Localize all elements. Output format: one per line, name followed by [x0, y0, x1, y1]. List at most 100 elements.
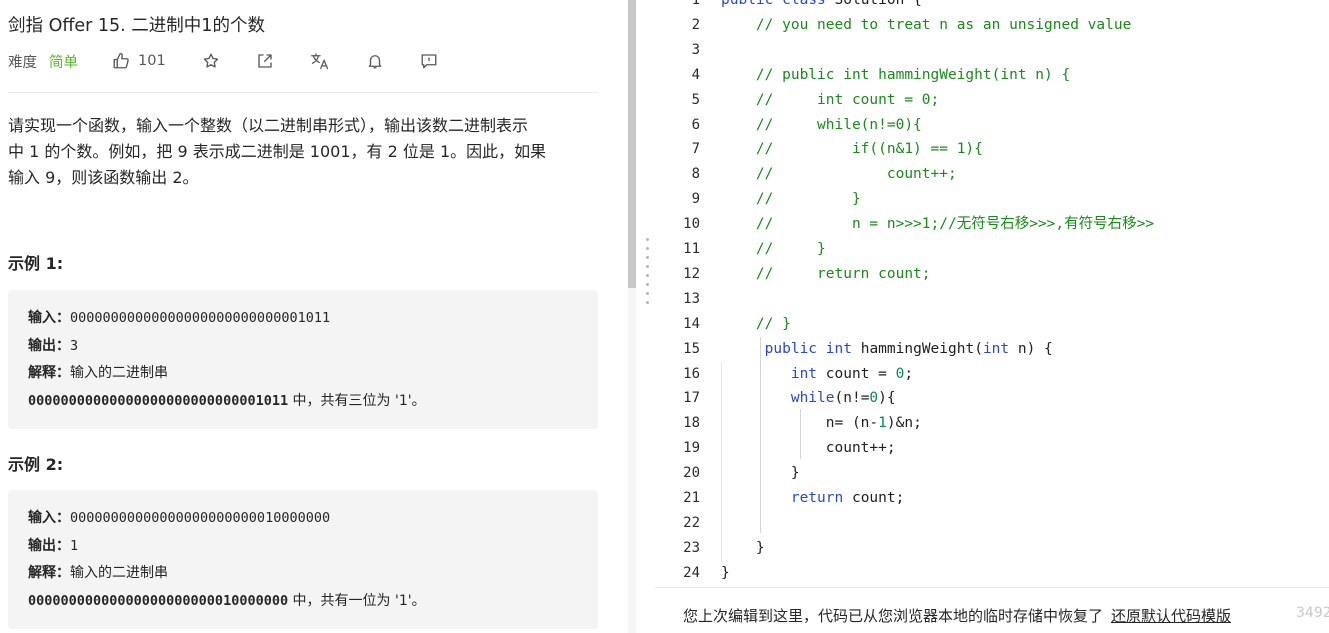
line-number: 1	[691, 0, 700, 8]
code-text[interactable]: // }	[721, 312, 791, 337]
line-number: 2	[691, 16, 700, 33]
code-line[interactable]: 4 // public int hammingWeight(int n) {	[655, 63, 1329, 88]
line-number: 21	[683, 490, 700, 506]
line-number: 14	[683, 315, 700, 332]
code-line[interactable]: 8 // count++;	[655, 162, 1329, 187]
example-1-box: 输入：00000000000000000000000000001011 输出：3…	[8, 290, 598, 429]
translate-button[interactable]	[310, 52, 330, 70]
restore-message: 您上次编辑到这里，代码已从您浏览器本地的临时存储中恢复了	[683, 607, 1104, 625]
code-line[interactable]: 1 public class Solution {	[655, 0, 1329, 13]
example-output-line: 输出：1	[28, 535, 78, 555]
example-input-line: 输入：00000000000000000000000010000000	[28, 507, 330, 527]
panel-resize-handle[interactable]	[641, 238, 653, 308]
line-number: 11	[683, 241, 700, 257]
code-text[interactable]: // while(n!=0){	[721, 113, 922, 138]
detail-text: 中，共有一位为 '1'。	[288, 593, 426, 609]
code-editor[interactable]: 1 public class Solution {2 // you need to…	[655, 0, 1329, 633]
line-number: 10	[683, 216, 700, 233]
line-number: 17	[683, 390, 700, 407]
code-line[interactable]: 11 // }	[655, 237, 1329, 262]
code-text[interactable]: // you need to treat n as an unsigned va…	[721, 13, 1131, 38]
code-line[interactable]: 3	[655, 38, 1329, 63]
example-2-title: 示例 2:	[8, 455, 64, 474]
line-number: 20	[683, 465, 700, 482]
code-text[interactable]: // if((n&1) == 1){	[721, 137, 983, 162]
share-button[interactable]	[256, 52, 274, 70]
line-number: 3	[691, 41, 700, 58]
code-text[interactable]: }	[721, 561, 730, 586]
code-text[interactable]: // }	[721, 187, 861, 212]
header-divider	[8, 92, 598, 93]
code-line[interactable]: 14 // }	[655, 312, 1329, 337]
code-line[interactable]: 10 // n = n>>>1;//无符号右移>>>,有符号右移>>	[655, 212, 1329, 237]
code-line[interactable]: 7 // if((n&1) == 1){	[655, 137, 1329, 162]
code-text[interactable]: public class Solution {	[721, 0, 922, 13]
code-text[interactable]: }	[721, 536, 765, 561]
output-value: 3	[70, 338, 79, 354]
code-text[interactable]: }	[721, 461, 800, 486]
difficulty-badge: 简单	[49, 54, 78, 71]
code-line[interactable]: 15 public int hammingWeight(int n) {	[655, 337, 1329, 362]
code-text[interactable]: count++;	[721, 436, 896, 461]
problem-scrollbar-thumb[interactable]	[628, 0, 636, 288]
share-icon	[258, 54, 272, 68]
code-line[interactable]: 20 }	[655, 461, 1329, 486]
example-explain-line: 解释：输入的二进制串	[28, 362, 168, 382]
bell-icon	[368, 55, 381, 69]
line-number: 18	[683, 415, 700, 432]
code-line[interactable]: 23 }	[655, 536, 1329, 561]
code-text[interactable]: // int count = 0;	[721, 88, 939, 113]
problem-meta-bar: 难度 简单 101	[8, 50, 438, 72]
translate-icon	[310, 53, 328, 70]
code-text[interactable]: // return count;	[721, 262, 931, 287]
example-input-line: 输入：00000000000000000000000000001011	[28, 307, 330, 327]
feedback-button[interactable]	[420, 52, 438, 70]
code-line[interactable]: 5 // int count = 0;	[655, 88, 1329, 113]
code-text[interactable]: // n = n>>>1;//无符号右移>>>,有符号右移>>	[721, 212, 1154, 237]
line-number: 19	[683, 440, 700, 457]
explain-text: 输入的二进制串	[70, 365, 168, 381]
code-line[interactable]: 18 n= (n-1)&n;	[655, 411, 1329, 436]
notification-button[interactable]	[366, 52, 384, 70]
code-line[interactable]: 19 count++;	[655, 436, 1329, 461]
restore-notice: 您上次编辑到这里，代码已从您浏览器本地的临时存储中恢复了 还原默认代码模版	[683, 605, 1231, 626]
line-number: 22	[683, 514, 700, 531]
code-text[interactable]: int count = 0;	[721, 362, 913, 387]
like-count: 101	[138, 53, 166, 69]
feedback-icon	[421, 54, 437, 69]
code-text[interactable]: return count;	[721, 486, 905, 511]
example-explain-line: 解释：输入的二进制串	[28, 562, 168, 582]
example-2-box: 输入：00000000000000000000000010000000 输出：1…	[8, 490, 598, 629]
code-line[interactable]: 6 // while(n!=0){	[655, 113, 1329, 138]
code-text[interactable]: while(n!=0){	[721, 386, 896, 411]
detail-binary: 00000000000000000000000010000000	[28, 593, 289, 609]
code-line[interactable]: 17 while(n!=0){	[655, 386, 1329, 411]
explain-label: 解释：	[28, 365, 70, 381]
code-line[interactable]: 22	[655, 511, 1329, 536]
code-text[interactable]: // public int hammingWeight(int n) {	[721, 63, 1070, 88]
input-value: 00000000000000000000000010000000	[70, 510, 331, 526]
input-value: 00000000000000000000000000001011	[70, 310, 331, 326]
code-line[interactable]: 12 // return count;	[655, 262, 1329, 287]
code-line[interactable]: 24}	[655, 561, 1329, 586]
code-line[interactable]: 13	[655, 287, 1329, 312]
difficulty-label: 难度	[8, 54, 37, 71]
line-number: 23	[683, 539, 700, 556]
favorite-button[interactable]	[202, 52, 220, 70]
code-text[interactable]: // count++;	[721, 162, 957, 187]
reset-default-code-link[interactable]: 还原默认代码模版	[1111, 607, 1231, 625]
problem-description: 请实现一个函数，输入一个整数（以二进制串形式），输出该数二进制表示 中 1 的个…	[8, 113, 604, 191]
code-text[interactable]: public int hammingWeight(int n) {	[721, 337, 1053, 362]
code-line[interactable]: 9 // }	[655, 187, 1329, 212]
code-line[interactable]: 16 int count = 0;	[655, 362, 1329, 387]
code-text[interactable]: n= (n-1)&n;	[721, 411, 922, 436]
line-number: 6	[691, 116, 700, 133]
code-text[interactable]: // }	[721, 237, 826, 262]
problem-panel: 剑指 Offer 15. 二进制中1的个数 难度 简单 101 请实现一个函数，…	[0, 0, 628, 633]
watermark: 3492	[1296, 605, 1329, 621]
line-number: 9	[691, 191, 700, 208]
code-line[interactable]: 2 // you need to treat n as an unsigned …	[655, 13, 1329, 38]
like-button[interactable]: 101	[112, 52, 166, 70]
input-label: 输入：	[28, 310, 70, 326]
code-line[interactable]: 21 return count;	[655, 486, 1329, 511]
